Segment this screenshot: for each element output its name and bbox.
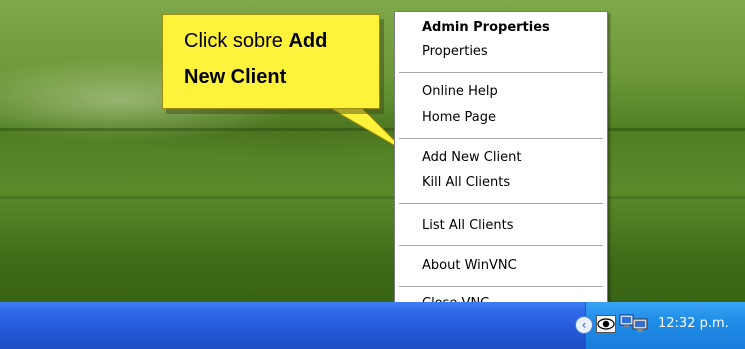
taskbar-clock[interactable]: 12:32 p.m.: [658, 316, 729, 331]
menu-item-admin-properties[interactable]: Admin Properties: [422, 20, 550, 35]
vnc-icon[interactable]: [631, 318, 651, 334]
menu-separator: [399, 286, 603, 287]
menu-item-list-all-clients[interactable]: List All Clients: [422, 218, 514, 233]
menu-separator: [399, 72, 603, 73]
winvnc-context-menu: Admin Properties Properties Online Help …: [394, 11, 608, 320]
menu-separator: [399, 203, 603, 204]
menu-separator: [399, 138, 603, 139]
menu-item-about-winvnc[interactable]: About WinVNC: [422, 258, 517, 273]
menu-item-home-page[interactable]: Home Page: [422, 110, 496, 125]
menu-item-online-help[interactable]: Online Help: [422, 84, 498, 99]
instruction-callout: Click sobre Add New Client: [162, 14, 380, 109]
chevron-left-icon[interactable]: ‹: [575, 316, 593, 334]
winvnc-eye-icon[interactable]: [596, 315, 616, 333]
menu-item-properties[interactable]: Properties: [422, 44, 488, 59]
menu-item-kill-all-clients[interactable]: Kill All Clients: [422, 175, 510, 190]
callout-bold-text: Add: [288, 30, 328, 52]
menu-item-add-new-client[interactable]: Add New Client: [422, 150, 521, 165]
callout-bold-text: New Client: [184, 66, 287, 88]
menu-separator: [399, 245, 603, 246]
callout-text: Click sobre: [184, 30, 289, 52]
